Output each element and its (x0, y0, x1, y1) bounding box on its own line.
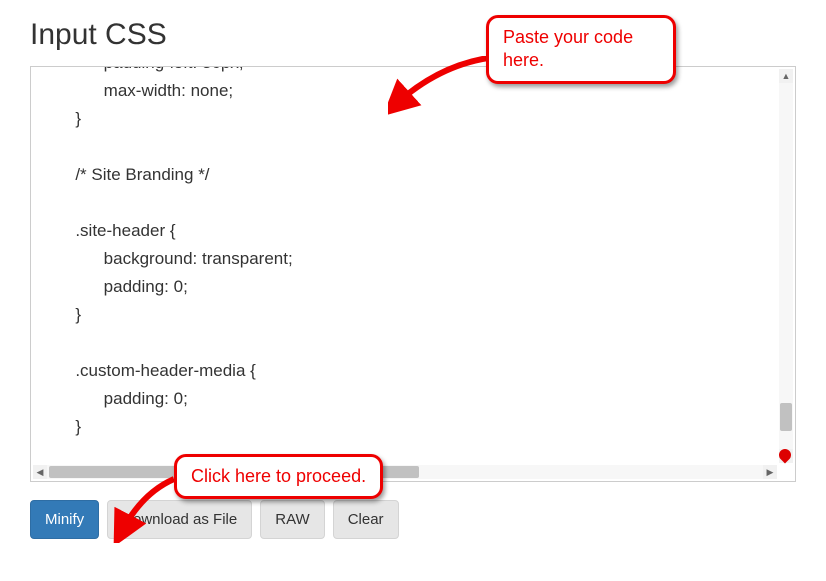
css-input-area[interactable]: padding-left: 36px; max-width: none; } /… (31, 67, 778, 464)
minify-button[interactable]: Minify (30, 500, 99, 539)
scroll-up-icon[interactable]: ▲ (779, 69, 793, 83)
vertical-scrollbar-track[interactable] (779, 83, 793, 449)
annotation-arrow-icon (112, 473, 182, 543)
scroll-right-icon[interactable]: ▶ (763, 465, 777, 479)
vertical-scrollbar[interactable]: ▲ ▼ (779, 69, 793, 463)
css-input-container: padding-left: 36px; max-width: none; } /… (30, 66, 796, 482)
annotation-proceed-callout: Click here to proceed. (174, 454, 383, 499)
input-css-heading: Input CSS (30, 18, 796, 52)
vertical-scrollbar-thumb[interactable] (780, 403, 792, 431)
annotation-arrow-icon (388, 56, 493, 116)
raw-button[interactable]: RAW (260, 500, 324, 539)
css-code-text[interactable]: padding-left: 36px; max-width: none; } /… (31, 67, 778, 464)
scroll-left-icon[interactable]: ◀ (33, 465, 47, 479)
clear-button[interactable]: Clear (333, 500, 399, 539)
annotation-paste-callout: Paste your code here. (486, 15, 676, 84)
